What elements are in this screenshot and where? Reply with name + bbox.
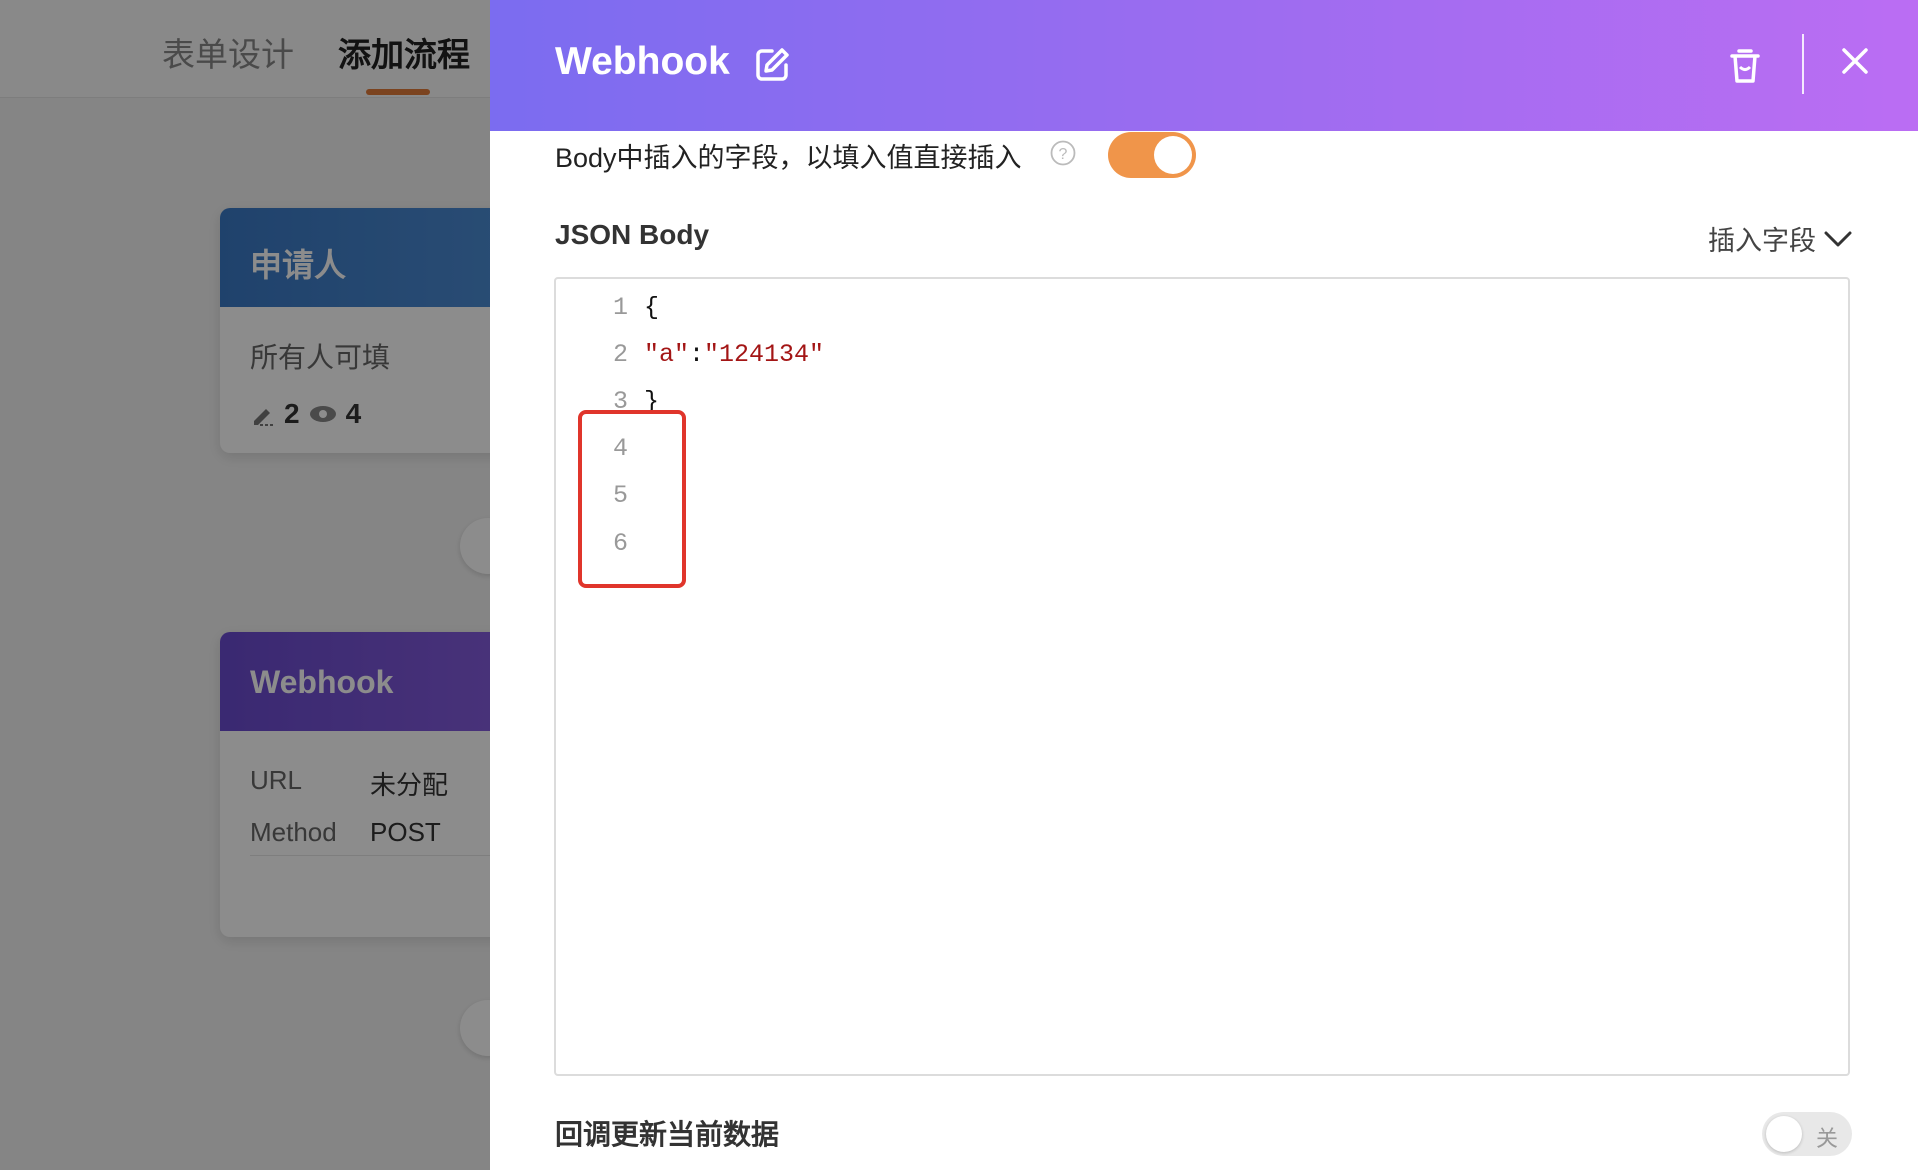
webhook-settings-drawer: Webhook Body中插入的字段，以填入值直接插入 ? JSON Body … (490, 0, 1918, 1170)
code-line: 4 (556, 434, 1848, 480)
trash-icon[interactable] (1728, 45, 1762, 85)
json-body-label: JSON Body (555, 219, 710, 250)
drawer-header: Webhook (490, 0, 1918, 131)
line-number: 2 (612, 340, 628, 369)
code-line: 1 { (556, 293, 1848, 339)
code-line: 6 (556, 529, 1848, 575)
code-line: 5 (556, 481, 1848, 527)
toggle-off-text: 关 (1815, 1126, 1838, 1151)
callback-update-label: 回调更新当前数据 (555, 1119, 780, 1150)
edit-icon[interactable] (752, 45, 792, 85)
help-icon[interactable]: ? (1050, 140, 1076, 166)
code-line: 2 "a":"124134" (556, 340, 1848, 386)
line-content: "a":"124134" (644, 340, 824, 369)
close-icon[interactable] (1840, 46, 1870, 76)
line-number: 1 (612, 293, 628, 322)
annotation-highlight-box (578, 410, 686, 588)
drawer-title: Webhook (555, 40, 730, 83)
insert-field-dropdown[interactable]: 插入字段 (1708, 219, 1852, 258)
chevron-down-icon (1824, 231, 1852, 246)
json-colon: : (689, 340, 705, 369)
svg-text:?: ? (1059, 146, 1068, 163)
insert-as-value-label: Body中插入的字段，以填入值直接插入 (555, 143, 1022, 173)
insert-as-value-toggle[interactable] (1108, 132, 1196, 178)
line-content: { (644, 293, 660, 322)
code-line: 3 } (556, 387, 1848, 433)
header-divider (1802, 34, 1804, 94)
insert-field-label: 插入字段 (1708, 226, 1816, 256)
json-key: "a" (644, 340, 690, 369)
json-body-editor[interactable]: 1 { 2 "a":"124134" 3 } 4 5 6 (554, 277, 1850, 1076)
toggle-knob (1766, 1116, 1802, 1152)
json-value: "124134" (704, 340, 825, 369)
callback-update-toggle[interactable]: 关 (1762, 1112, 1852, 1156)
toggle-knob (1154, 136, 1192, 174)
